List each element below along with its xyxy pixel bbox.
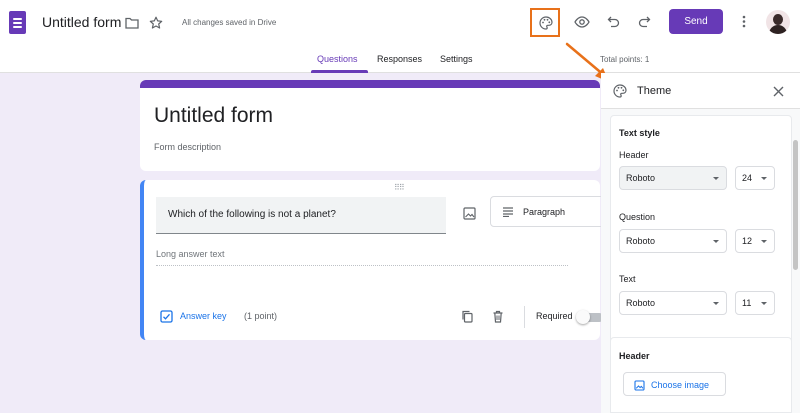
image-icon[interactable] bbox=[462, 206, 477, 221]
text-style-title: Text style bbox=[619, 128, 660, 138]
header-image-section: Header Choose image bbox=[610, 337, 792, 413]
image-icon bbox=[633, 379, 645, 391]
tab-bar: Questions Responses Settings Total point… bbox=[0, 46, 800, 73]
close-icon[interactable] bbox=[771, 84, 785, 98]
copy-icon[interactable] bbox=[460, 309, 474, 324]
undo-icon[interactable] bbox=[606, 14, 621, 29]
customize-theme-button[interactable] bbox=[530, 8, 560, 37]
trash-icon[interactable] bbox=[491, 309, 505, 324]
form-description-field[interactable]: Form description bbox=[154, 142, 221, 152]
header-size-select[interactable]: 24 bbox=[735, 166, 775, 190]
choose-image-button[interactable]: Choose image bbox=[623, 372, 726, 396]
avatar[interactable] bbox=[766, 10, 790, 34]
required-toggle[interactable] bbox=[576, 310, 604, 324]
theme-panel: Theme Text style Header Roboto 24 Questi… bbox=[601, 73, 800, 413]
footer-divider bbox=[524, 306, 525, 328]
folder-icon[interactable] bbox=[124, 16, 139, 30]
question-font-select[interactable]: Roboto bbox=[619, 229, 727, 253]
form-title[interactable]: Untitled form bbox=[42, 14, 121, 30]
question-points: (1 point) bbox=[244, 311, 278, 321]
active-tab-indicator bbox=[311, 70, 368, 73]
header-font-select[interactable]: Roboto bbox=[619, 166, 727, 190]
palette-icon bbox=[538, 15, 553, 30]
theme-panel-title: Theme bbox=[637, 85, 672, 97]
star-icon[interactable] bbox=[148, 15, 163, 30]
question-footer: Answer key (1 point) Required bbox=[156, 306, 606, 330]
question-size-select[interactable]: 12 bbox=[735, 229, 775, 253]
text-font-select[interactable]: Roboto bbox=[619, 291, 727, 315]
save-status: All changes saved in Drive bbox=[182, 18, 277, 27]
drag-handle-icon[interactable]: ⠿⠿ bbox=[394, 183, 405, 192]
palette-icon bbox=[612, 83, 628, 99]
required-label: Required bbox=[536, 311, 573, 321]
eye-icon[interactable] bbox=[573, 14, 590, 29]
question-text: Which of the following is not a planet? bbox=[168, 209, 336, 220]
long-answer-placeholder: Long answer text bbox=[156, 249, 568, 266]
form-header-card: Untitled form Form description bbox=[140, 80, 600, 171]
theme-panel-header: Theme bbox=[601, 73, 800, 109]
more-vert-icon[interactable] bbox=[738, 14, 750, 29]
question-title-field[interactable]: Which of the following is not a planet? bbox=[156, 197, 446, 234]
theme-panel-scrollbar[interactable] bbox=[793, 140, 798, 270]
question-font-label: Question bbox=[619, 212, 656, 222]
redo-icon[interactable] bbox=[637, 14, 652, 29]
tab-settings[interactable]: Settings bbox=[440, 54, 473, 64]
text-font-label: Text bbox=[619, 274, 636, 284]
form-title-field[interactable]: Untitled form bbox=[154, 104, 273, 128]
answer-key-button[interactable]: Answer key bbox=[180, 311, 227, 321]
checkbox-icon[interactable] bbox=[159, 309, 173, 323]
text-size-select[interactable]: 11 bbox=[735, 291, 775, 315]
header-image-title: Header bbox=[619, 351, 650, 361]
tab-responses[interactable]: Responses bbox=[377, 54, 422, 64]
question-type-label: Paragraph bbox=[523, 207, 566, 217]
paragraph-icon bbox=[501, 206, 514, 218]
choose-image-label: Choose image bbox=[651, 380, 710, 390]
tab-questions[interactable]: Questions bbox=[317, 54, 358, 64]
top-bar: Untitled form All changes saved in Drive… bbox=[0, 0, 800, 46]
header-font-label: Header bbox=[619, 150, 649, 160]
question-type-select[interactable]: Paragraph bbox=[490, 196, 606, 227]
send-button[interactable]: Send bbox=[669, 9, 723, 34]
question-card[interactable]: ⠿⠿ Which of the following is not a plane… bbox=[140, 180, 606, 340]
forms-app-icon[interactable] bbox=[9, 11, 26, 34]
text-style-section: Text style Header Roboto 24 Question Rob… bbox=[610, 115, 792, 367]
